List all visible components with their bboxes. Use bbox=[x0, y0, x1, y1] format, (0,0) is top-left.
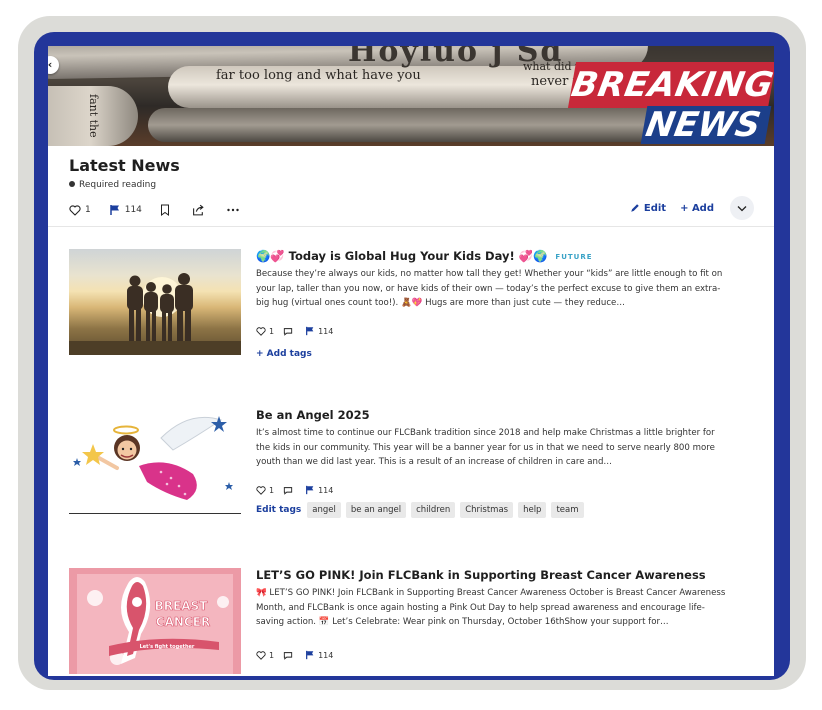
like-count: 1 bbox=[85, 205, 91, 215]
flag-count: 114 bbox=[124, 205, 142, 215]
emoji-prefix: 🌍💞 bbox=[256, 249, 285, 263]
required-reading: Required reading bbox=[69, 180, 156, 190]
breast-cancer-graphic: BREAST CANCER Let's fight together bbox=[69, 568, 241, 674]
like-count: 1 bbox=[269, 650, 275, 660]
heart-icon bbox=[256, 326, 266, 336]
collapse-button[interactable] bbox=[730, 196, 754, 220]
like-button[interactable]: 1 bbox=[69, 204, 91, 216]
article-excerpt: It’s almost time to continue our FLCBank… bbox=[256, 428, 715, 467]
article-thumbnail[interactable] bbox=[69, 249, 241, 355]
like-count: 1 bbox=[269, 485, 275, 495]
edit-button[interactable]: Edit bbox=[630, 203, 666, 214]
pencil-icon bbox=[631, 204, 639, 212]
required-reading-label: Required reading bbox=[79, 180, 157, 190]
comment-icon bbox=[283, 327, 293, 336]
heart-icon bbox=[256, 650, 266, 660]
tag-chip[interactable]: angel bbox=[307, 502, 341, 518]
like-button[interactable]: 1 bbox=[256, 486, 274, 495]
article-item[interactable]: Be an Angel 2025 It’s almost time to con… bbox=[69, 408, 759, 528]
article-title[interactable]: LET’S GO PINK! Join FLCBank in Supportin… bbox=[256, 568, 706, 582]
comment-button[interactable] bbox=[283, 327, 296, 336]
edit-label: Edit bbox=[643, 202, 667, 214]
like-button[interactable]: 1 bbox=[256, 327, 274, 336]
article-thumbnail[interactable]: BREAST CANCER Let's fight together bbox=[69, 568, 241, 674]
tag-chip[interactable]: be an angel bbox=[345, 502, 407, 518]
comment-icon bbox=[283, 651, 293, 660]
tags-row: + Add tags bbox=[256, 349, 318, 359]
edit-add-actions: Edit + Add bbox=[616, 196, 754, 220]
news-label: NEWS bbox=[640, 105, 772, 145]
flag-icon bbox=[306, 650, 314, 660]
like-count: 1 bbox=[269, 326, 275, 336]
add-tags-link[interactable]: + Add tags bbox=[256, 349, 312, 359]
image-text: CANCER bbox=[156, 615, 210, 629]
future-badge: FUTURE bbox=[555, 253, 593, 261]
breaking-label: BREAKING bbox=[567, 62, 774, 108]
edit-tags-link[interactable]: Edit tags bbox=[256, 505, 301, 515]
article-item[interactable]: BREAST CANCER Let's fight together LET’S… bbox=[69, 568, 759, 676]
article-excerpt: 🎀 LET’S GO PINK! Join FLCBank in Support… bbox=[256, 588, 726, 627]
page-actions: 1 114 bbox=[69, 202, 261, 218]
header-divider bbox=[48, 226, 774, 227]
newspaper-text: fant the bbox=[87, 94, 100, 138]
flag-button[interactable]: 114 bbox=[305, 326, 333, 336]
tags-row: Edit tags angel be an angel children Chr… bbox=[256, 502, 589, 518]
share-button[interactable] bbox=[192, 204, 209, 216]
flag-icon bbox=[109, 205, 119, 215]
heart-icon bbox=[256, 485, 266, 495]
flag-icon bbox=[306, 485, 314, 495]
tag-chip[interactable]: help bbox=[518, 502, 547, 518]
comment-icon bbox=[283, 486, 293, 495]
newspaper-text: far too long and what have you bbox=[216, 68, 421, 83]
page-title: Latest News bbox=[69, 156, 180, 175]
comment-button[interactable] bbox=[283, 651, 296, 660]
comment-button[interactable] bbox=[283, 486, 296, 495]
article-meta: 1 114 bbox=[256, 485, 342, 495]
article-title[interactable]: Be an Angel 2025 bbox=[256, 408, 370, 422]
flag-icon bbox=[306, 326, 314, 336]
add-label: + Add bbox=[680, 202, 714, 214]
article-thumbnail[interactable] bbox=[69, 408, 241, 514]
flag-count: 114 bbox=[318, 485, 334, 495]
tag-chip[interactable]: team bbox=[551, 502, 584, 518]
angel-illustration bbox=[73, 416, 233, 500]
article-meta: 1 114 bbox=[256, 650, 342, 660]
flag-count: 114 bbox=[318, 326, 334, 336]
more-options-button[interactable] bbox=[227, 208, 243, 212]
family-hug-image bbox=[69, 273, 241, 355]
dot-icon bbox=[69, 181, 75, 187]
news-page: Hoyluo j Sd far too long and what have y… bbox=[48, 46, 774, 676]
emoji-suffix: 💞🌍 bbox=[518, 249, 548, 263]
tag-chip[interactable]: Christmas bbox=[460, 502, 514, 518]
like-button[interactable]: 1 bbox=[256, 651, 274, 660]
flag-button[interactable]: 114 bbox=[109, 204, 142, 216]
article-meta: 1 114 bbox=[256, 326, 342, 336]
image-text: Let's fight together bbox=[140, 644, 195, 650]
article-excerpt: Because they’re always our kids, no matt… bbox=[256, 269, 723, 308]
heart-icon bbox=[69, 204, 81, 216]
bookmark-icon bbox=[160, 204, 169, 216]
banner-image: Hoyluo j Sd far too long and what have y… bbox=[48, 46, 774, 146]
share-icon bbox=[193, 204, 204, 216]
tag-chip[interactable]: children bbox=[411, 502, 456, 518]
add-button[interactable]: + Add bbox=[680, 203, 714, 214]
bookmark-button[interactable] bbox=[160, 204, 174, 216]
newspaper-roll bbox=[148, 108, 668, 142]
flag-count: 114 bbox=[318, 650, 334, 660]
chevron-down-icon bbox=[737, 205, 747, 211]
image-text: BREAST bbox=[155, 599, 209, 613]
flag-button[interactable]: 114 bbox=[305, 650, 333, 660]
article-title-text: Today is Global Hug Your Kids Day! bbox=[288, 249, 515, 263]
article-item[interactable]: 🌍💞 Today is Global Hug Your Kids Day! 💞🌍… bbox=[69, 249, 759, 369]
article-title[interactable]: 🌍💞 Today is Global Hug Your Kids Day! 💞🌍… bbox=[256, 249, 593, 263]
flag-button[interactable]: 114 bbox=[305, 485, 333, 495]
ellipsis-icon bbox=[227, 208, 239, 212]
